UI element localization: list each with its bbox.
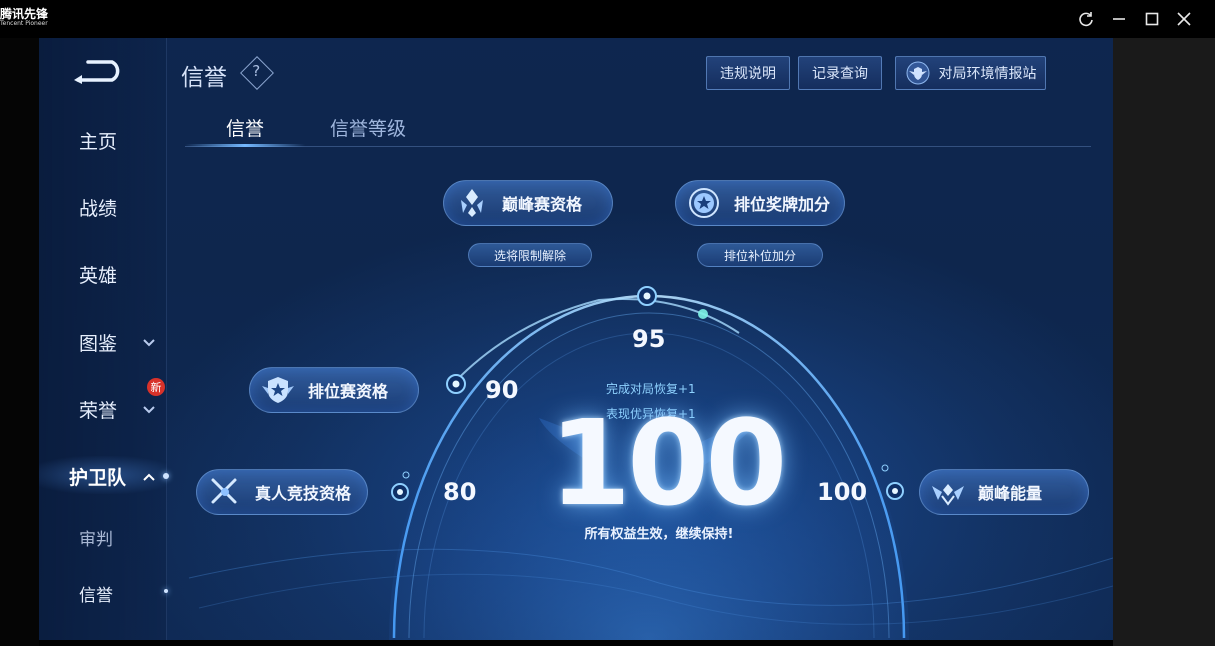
sidebar: 主页 战绩 英雄 图鉴 荣誉 新 护卫队 审判 信誉 [39,38,169,640]
sidebar-item-guard[interactable]: 护卫队 [39,458,167,494]
privilege-label: 排位赛资格 [308,382,389,401]
privilege-label: 真人竞技资格 [255,484,352,503]
sidebar-item-label: 主页 [79,130,118,153]
refresh-icon[interactable] [1073,6,1099,32]
window-titlebar: 腾讯先锋 Tencent Pioneer [0,0,1215,38]
minimize-icon[interactable] [1106,6,1132,32]
crossed-swords-icon [211,478,237,504]
records-button-label: 记录查询 [812,66,868,82]
sidebar-item-label: 图鉴 [79,332,118,355]
privilege-ranked-match[interactable]: 排位赛资格 [249,367,419,413]
sidebar-item-label: 审判 [79,529,113,550]
active-indicator-dot [163,473,169,479]
rules-button[interactable]: 违规说明 [706,56,790,90]
bottom-letterbox [39,640,1113,646]
peak-wings-icon [932,484,964,506]
current-marker [698,309,708,319]
close-icon[interactable] [1171,6,1197,32]
privilege-label: 选将限制解除 [493,248,566,263]
sidebar-item-records[interactable]: 战绩 [39,189,167,225]
sidebar-item-credit[interactable]: 信誉 [39,575,167,611]
chevron-down-icon [143,403,157,415]
sidebar-item-judge[interactable]: 审判 [39,519,167,555]
chevron-down-icon [143,336,157,348]
selected-indicator-dot [164,589,168,593]
sidebar-item-label: 荣誉 [79,399,118,422]
sidebar-item-home[interactable]: 主页 [39,122,167,158]
game-screen: 主页 战绩 英雄 图鉴 荣誉 新 护卫队 审判 信誉 信誉 ? 违规说明 记录查… [39,38,1113,640]
sidebar-item-label: 英雄 [79,264,118,287]
privilege-rank-medal[interactable]: 排位奖牌加分 [675,180,845,226]
medal-star-icon [689,188,719,218]
tabs-divider [185,146,1091,147]
shield-wings-icon [906,61,929,85]
score-arc [188,286,1113,640]
sidebar-item-label: 信誉 [79,585,113,606]
report-button-label: 对局环境情报站 [938,66,1037,82]
credit-score: 100 [549,394,787,532]
privilege-hero-unlock[interactable]: 选将限制解除 [468,243,592,267]
new-badge: 新 [147,378,165,396]
maximize-icon[interactable] [1139,6,1165,32]
app-name: 腾讯先锋 [0,7,49,21]
sidebar-item-heroes[interactable]: 英雄 [39,256,167,292]
mark-90-label: 90 [485,376,519,404]
sidebar-item-label: 战绩 [79,197,118,220]
privilege-real-match[interactable]: 真人竞技资格 [196,469,368,515]
back-arrow-icon[interactable] [72,58,126,84]
mark-95-label: 95 [632,325,666,353]
privilege-label: 排位奖牌加分 [734,195,831,214]
report-button[interactable]: 对局环境情报站 [895,56,1046,90]
ranked-badge-icon [262,377,294,403]
credit-status: 所有权益生效，继续保持! [584,527,734,542]
privilege-label: 巅峰能量 [978,484,1043,503]
privilege-rank-fill[interactable]: 排位补位加分 [697,243,823,267]
peak-crystal-icon [461,189,483,217]
sidebar-item-label: 护卫队 [69,466,127,489]
sidebar-item-honor[interactable]: 荣誉 [39,391,167,427]
mark-100-label: 100 [817,478,868,506]
rules-button-label: 违规说明 [720,66,776,82]
records-button[interactable]: 记录查询 [798,56,882,90]
privilege-label: 排位补位加分 [723,248,796,263]
app-logo: 腾讯先锋 Tencent Pioneer [0,8,48,27]
sidebar-item-codex[interactable]: 图鉴 [39,324,167,360]
left-letterbox [0,38,39,646]
mark-80-label: 80 [443,478,477,506]
tab-credit[interactable]: 信誉 [226,114,264,141]
right-letterbox [1113,38,1215,646]
privilege-peak-energy[interactable]: 巅峰能量 [919,469,1089,515]
privilege-peak-match[interactable]: 巅峰赛资格 [443,180,613,226]
page-title: 信誉 [181,65,227,91]
active-tab-underline [185,144,305,147]
app-subtitle: Tencent Pioneer [0,20,48,27]
privilege-label: 巅峰赛资格 [502,195,583,214]
chevron-up-icon [143,470,157,482]
tab-credit-level[interactable]: 信誉等级 [330,114,406,141]
